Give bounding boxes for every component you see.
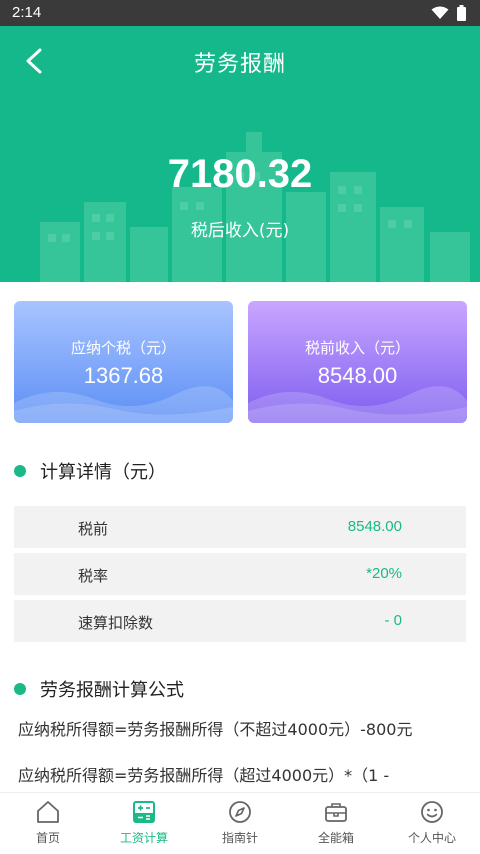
after-tax-label: 税后收入(元) (190, 221, 290, 241)
details-section-title: 计算详情（元） (40, 462, 166, 483)
status-time: 2:14 (12, 4, 42, 21)
status-icons (431, 5, 466, 21)
detail-label: 税率 (78, 567, 109, 585)
tab-salary-calc[interactable]: 工资计算 (96, 799, 192, 846)
details-section-header: 计算详情（元） (14, 458, 166, 484)
battery-icon (457, 5, 466, 21)
tab-label: 全能箱 (317, 831, 354, 845)
tab-home[interactable]: 首页 (0, 799, 96, 846)
smiley-icon (421, 801, 443, 823)
page-title: 劳务报酬 (193, 52, 286, 77)
section-dot-icon (14, 683, 26, 695)
wifi-icon (431, 6, 449, 19)
pretax-income-label: 税前收入（元） (304, 339, 410, 357)
tab-label: 工资计算 (119, 831, 168, 845)
tab-label: 首页 (35, 831, 60, 845)
status-bar: 2:14 (0, 0, 480, 26)
pretax-income-card: 税前收入（元） 8548.00 (248, 301, 467, 423)
detail-label: 税前 (78, 520, 109, 538)
tax-payable-label: 应纳个税（元） (70, 339, 176, 357)
detail-label: 速算扣除数 (78, 614, 154, 632)
home-icon (37, 801, 59, 823)
formula-section-header: 劳务报酬计算公式 (14, 676, 184, 702)
tab-label: 个人中心 (407, 831, 456, 845)
compass-icon (229, 801, 251, 823)
toolbox-icon (325, 803, 347, 822)
detail-value: - 0 (384, 612, 402, 629)
section-dot-icon (14, 465, 26, 477)
tab-profile[interactable]: 个人中心 (384, 799, 480, 846)
tax-payable-card: 应纳个税（元） 1367.68 (14, 301, 233, 423)
detail-value: *20% (366, 565, 402, 582)
hero-header: 劳务报酬 7180.32 税后收入(元) (0, 26, 480, 282)
after-tax-amount: 7180.32 (167, 152, 313, 196)
calculator-icon (133, 801, 155, 823)
city-skyline-illustration (40, 132, 470, 282)
pretax-income-value: 8548.00 (317, 363, 398, 388)
bottom-tab-bar: 首页 工资计算 指南针 全能箱 个人中心 (0, 792, 480, 854)
tab-toolbox[interactable]: 全能箱 (288, 799, 384, 846)
formula-section-title: 劳务报酬计算公式 (40, 680, 184, 701)
detail-row-pretax: 税前 8548.00 (14, 506, 466, 548)
formula-line: 应纳税所得额=劳务报酬所得（不超过4000元）-800元 (18, 720, 413, 739)
tax-payable-value: 1367.68 (83, 363, 164, 388)
detail-row-rate: 税率 *20% (14, 553, 466, 595)
detail-value: 8548.00 (347, 518, 402, 535)
tab-compass[interactable]: 指南针 (192, 799, 288, 846)
formula-line: 应纳税所得额=劳务报酬所得（超过4000元）*（1 - (18, 766, 390, 785)
detail-row-deduction: 速算扣除数 - 0 (14, 600, 466, 642)
tab-label: 指南针 (221, 831, 258, 845)
